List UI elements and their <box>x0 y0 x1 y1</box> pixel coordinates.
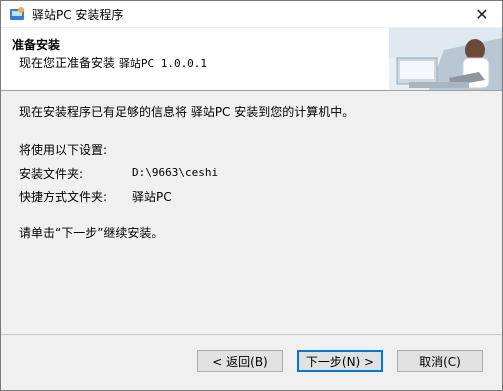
installer-app-icon <box>9 6 25 22</box>
install-folder-row: 安装文件夹: <box>19 165 83 182</box>
close-icon: ✕ <box>475 4 489 24</box>
next-button[interactable]: 下一步(N) > <box>297 350 383 372</box>
subtitle-app-name: 驿站PC 1.0.0.1 <box>118 57 208 70</box>
settings-heading: 将使用以下设置: <box>19 143 108 157</box>
shortcut-folder-label: 快捷方式文件夹: <box>19 190 108 204</box>
window-title: 驿站PC 安装程序 <box>32 7 124 22</box>
cancel-button[interactable]: 取消(C) <box>397 350 483 372</box>
page-subtitle: 现在您正准备安装 驿站PC 1.0.0.1 <box>19 54 207 71</box>
instruction-text: 请单击“下一步”继续安装。 <box>19 226 164 240</box>
intro-text: 现在安装程序已有足够的信息将 驿站PC 安装到您的计算机中。 <box>19 105 355 119</box>
wizard-header: 准备安装 现在您正准备安装 驿站PC 1.0.0.1 <box>1 28 502 91</box>
shortcut-folder-row: 快捷方式文件夹: <box>19 188 107 205</box>
page-title: 准备安装 <box>12 38 61 52</box>
installer-window: 驿站PC 安装程序 ✕ 准备安装 现在您正准备安装 驿站PC 1.0.0.1 现… <box>0 0 503 391</box>
install-folder-label: 安装文件夹: <box>19 167 84 181</box>
back-button[interactable]: < 返回(B) <box>197 350 283 372</box>
subtitle-prefix: 现在您正准备安装 <box>19 56 119 70</box>
install-folder-value: D:\9663\ceshi <box>132 166 219 179</box>
title-bar[interactable]: 驿站PC 安装程序 ✕ <box>1 1 502 27</box>
wizard-content: 现在安装程序已有足够的信息将 驿站PC 安装到您的计算机中。 将使用以下设置: … <box>1 91 502 331</box>
header-banner-image <box>389 28 502 90</box>
shortcut-folder-value: 驿站PC <box>132 190 172 204</box>
footer-separator <box>1 334 502 335</box>
close-button[interactable]: ✕ <box>462 1 502 27</box>
